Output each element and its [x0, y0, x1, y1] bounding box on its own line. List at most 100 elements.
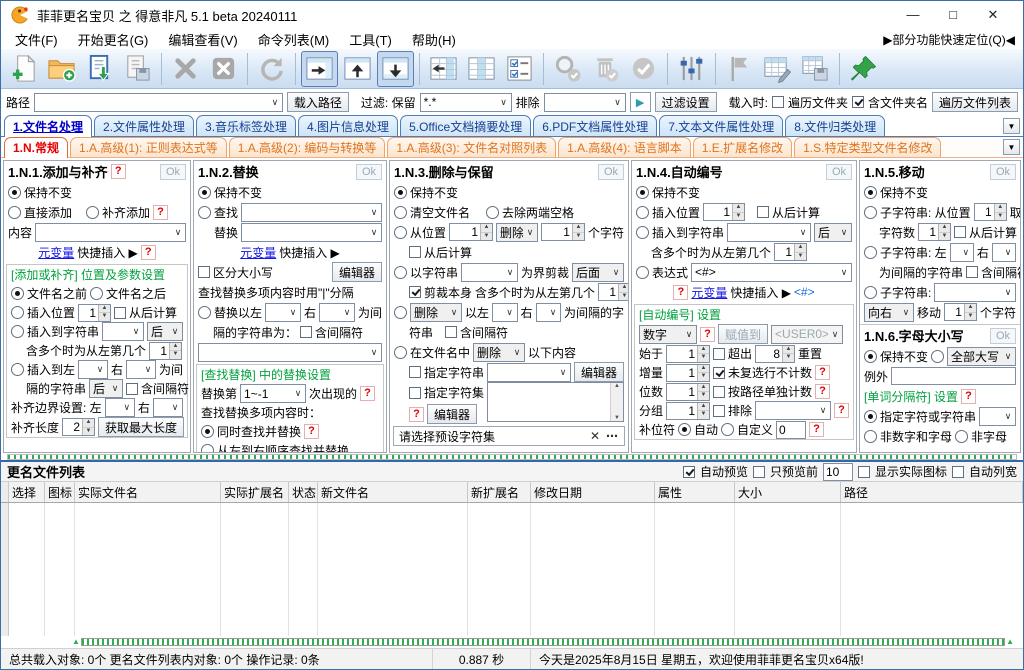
meta-var-link[interactable]: 元变量 — [691, 284, 727, 301]
left-sep-combo[interactable]: ∨ — [492, 303, 517, 322]
assign-target-dropdown[interactable]: <USER0>∨ — [771, 325, 843, 344]
import-list-icon[interactable] — [81, 51, 118, 87]
find-combo[interactable]: ∨ — [241, 203, 382, 222]
table-columns-icon[interactable] — [463, 51, 500, 87]
subtab-compare-list[interactable]: 1.A.高级(3): 文件名对照列表 — [387, 137, 556, 157]
non-alnum-radio[interactable] — [864, 430, 877, 443]
apply-check-icon[interactable] — [625, 51, 662, 87]
meta-var-link[interactable]: 元变量 — [240, 244, 276, 261]
substring-pos-radio[interactable] — [864, 206, 877, 219]
before-name-radio[interactable] — [11, 287, 24, 300]
tab-pdf-attr[interactable]: 6.PDF文档属性处理 — [533, 115, 657, 136]
from-end-checkbox[interactable] — [114, 307, 126, 319]
cut-side-dropdown[interactable]: 后面∨ — [572, 263, 624, 282]
tab-file-classify[interactable]: 8.文件归类处理 — [785, 115, 885, 136]
expression-combo[interactable]: <#>∨ — [691, 263, 852, 282]
insert-pos-spinner[interactable]: 1▲▼ — [78, 304, 111, 322]
menu-command-list[interactable]: 命令列表(M) — [248, 29, 340, 50]
main-tabs-overflow-button[interactable]: ▼ — [1003, 118, 1020, 134]
table-insert-left-icon[interactable] — [425, 51, 462, 87]
preset-charset-bar[interactable]: 请选择预设字符集✕⋯ — [393, 426, 625, 446]
assign-to-button[interactable]: 赋值到 — [718, 324, 768, 344]
delete-keep-dropdown[interactable]: 删除∨ — [473, 343, 525, 362]
start-spinner[interactable]: 1▲▼ — [666, 345, 710, 363]
col-size[interactable]: 大小 — [735, 482, 841, 502]
traverse-folders-checkbox[interactable] — [772, 96, 784, 108]
spec-char-radio[interactable] — [864, 410, 877, 423]
preview-count-input[interactable] — [823, 463, 853, 481]
substring-radio[interactable] — [864, 286, 877, 299]
right-sep-combo[interactable]: ∨ — [992, 243, 1016, 262]
include-separator-checkbox[interactable] — [966, 266, 978, 278]
help-button[interactable]: ? — [961, 389, 976, 404]
sequential-radio[interactable] — [201, 444, 214, 453]
subtab-encoding[interactable]: 1.A.高级(2): 编码与转换等 — [229, 137, 386, 157]
simultaneous-radio[interactable] — [201, 425, 214, 438]
left-sep-combo[interactable]: ∨ — [265, 303, 301, 322]
keep-radio[interactable] — [198, 186, 211, 199]
search-check-icon[interactable] — [549, 51, 586, 87]
group-spinner[interactable]: 1▲▼ — [666, 402, 710, 420]
clear-preset-icon[interactable]: ✕ — [590, 429, 600, 443]
spec-string-checkbox[interactable] — [409, 366, 421, 378]
pos-spinner[interactable]: 1▲▼ — [974, 203, 1007, 221]
step-spinner[interactable]: 1▲▼ — [666, 364, 710, 382]
tab-music-tag[interactable]: 3.音乐标签处理 — [196, 115, 296, 136]
keep-radio[interactable] — [636, 186, 649, 199]
keep-radio[interactable] — [8, 186, 21, 199]
col-select[interactable]: 选择 — [9, 482, 45, 502]
scrollbar[interactable]: ▲▼ — [610, 383, 623, 421]
after-name-radio[interactable] — [90, 287, 103, 300]
include-folder-name-checkbox[interactable] — [852, 96, 864, 108]
delete-keep-dropdown[interactable]: 删除∨ — [496, 223, 538, 242]
exclude-combo[interactable]: ∨ — [755, 401, 831, 420]
table-save-icon[interactable] — [797, 51, 834, 87]
insert-pos-radio[interactable] — [11, 306, 24, 319]
delete-check-icon[interactable] — [587, 51, 624, 87]
from-end-checkbox[interactable] — [954, 226, 966, 238]
editor-button[interactable]: 编辑器 — [574, 362, 624, 382]
from-end-checkbox[interactable] — [409, 246, 421, 258]
clear-list-icon[interactable] — [205, 51, 242, 87]
help-button[interactable]: ? — [815, 384, 830, 399]
multi-index-spinner[interactable]: 1▲▼ — [774, 243, 807, 261]
delete-keep-dropdown[interactable]: 删除∨ — [410, 303, 462, 322]
multi-index-spinner[interactable]: 1▲▼ — [149, 342, 182, 360]
pad-right-combo[interactable]: ∨ — [153, 398, 183, 417]
overflow-spinner[interactable]: 8▲▼ — [755, 345, 795, 363]
meta-var-link[interactable]: 元变量 — [38, 244, 74, 261]
filter-settings-button[interactable]: 过滤设置 — [655, 92, 717, 112]
apply-filter-icon[interactable]: ▶ — [630, 92, 651, 112]
move-spinner[interactable]: 1▲▼ — [944, 303, 977, 321]
insert-pos-radio[interactable] — [636, 206, 649, 219]
after-before-dropdown[interactable]: 后∨ — [814, 223, 852, 242]
flag-icon[interactable] — [721, 51, 758, 87]
direction-dropdown[interactable]: 向右∨ — [864, 303, 914, 322]
from-end-checkbox[interactable] — [757, 206, 769, 218]
ok-button[interactable]: Ok — [990, 328, 1016, 344]
include-separator-checkbox[interactable] — [445, 326, 457, 338]
per-path-checkbox[interactable] — [713, 386, 725, 398]
help-button[interactable]: ? — [815, 365, 830, 380]
content-combo[interactable]: ∨ — [35, 223, 186, 242]
help-button[interactable]: ? — [360, 386, 375, 401]
pin-icon[interactable] — [845, 51, 882, 87]
tab-filename[interactable]: 1.文件名处理 — [4, 115, 92, 137]
panel-down-icon[interactable] — [377, 51, 414, 87]
auto-preview-checkbox[interactable] — [683, 466, 695, 478]
count-spinner[interactable]: 1▲▼ — [541, 223, 585, 241]
right-sep-combo[interactable]: ∨ — [319, 303, 355, 322]
new-file-icon[interactable] — [5, 51, 42, 87]
file-table-body[interactable] — [1, 503, 1023, 636]
keep-radio[interactable] — [864, 350, 877, 363]
between-replace-combo[interactable]: ∨ — [198, 343, 382, 362]
substring-combo[interactable]: ∨ — [934, 283, 1016, 302]
panel-up-icon[interactable] — [339, 51, 376, 87]
help-button[interactable]: ? — [700, 327, 715, 342]
col-modified-date[interactable]: 修改日期 — [531, 482, 655, 502]
right-sep-combo[interactable]: ∨ — [536, 303, 561, 322]
minimize-button[interactable]: — — [893, 7, 933, 23]
digits-spinner[interactable]: 1▲▼ — [666, 383, 710, 401]
cut-self-checkbox[interactable] — [409, 286, 421, 298]
except-input[interactable] — [891, 367, 1016, 385]
